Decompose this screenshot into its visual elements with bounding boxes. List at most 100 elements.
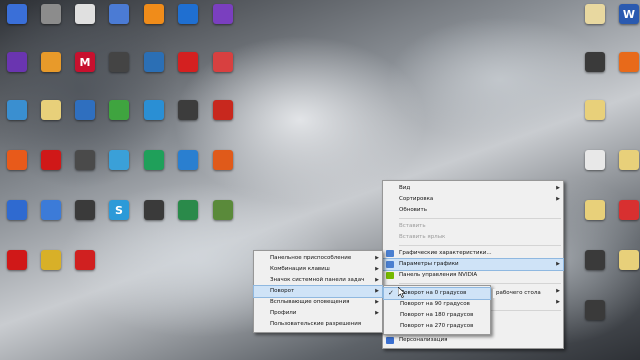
context-menu-item-7[interactable]: Графические характеристики... <box>383 248 563 259</box>
context-menu-item-5: Вставить ярлык <box>383 232 563 243</box>
desktop-icon-28[interactable] <box>206 150 240 192</box>
menu-item-label: Поворот на 90 градусов <box>400 301 470 307</box>
desktop-icon-13[interactable] <box>171 52 205 94</box>
desktop-icon-2[interactable] <box>34 4 68 46</box>
desktop-icon-34[interactable] <box>171 200 205 242</box>
desktop-icon-41-glyph <box>585 52 605 72</box>
desktop-icon-10-glyph: M <box>75 52 95 72</box>
desktop-icon-32[interactable]: S <box>102 200 136 242</box>
desktop-icon-39[interactable] <box>578 4 612 46</box>
desktop-icon-6-glyph <box>178 4 198 24</box>
desktop-icon-3[interactable] <box>68 4 102 46</box>
desktop-icon-24[interactable] <box>68 150 102 192</box>
menu-item-label: Комбинация клавиш <box>270 266 330 272</box>
desktop-icon-43-glyph <box>585 100 605 120</box>
desktop-icon-5[interactable] <box>137 4 171 46</box>
desktop-icon-8[interactable] <box>0 52 34 94</box>
graphics-submenu-item-2[interactable]: Значок системной панели задач ▶ <box>254 275 382 286</box>
desktop-icon-27[interactable] <box>171 150 205 192</box>
rotation-submenu-item-2[interactable]: Поворот на 180 градусов <box>384 310 490 321</box>
context-menu-item-16[interactable]: Персонализация <box>383 335 563 346</box>
desktop-icon-47-glyph <box>619 200 639 220</box>
rotation-submenu-item-3[interactable]: Поворот на 270 градусов <box>384 321 490 332</box>
desktop-icon-19[interactable] <box>137 100 171 142</box>
desktop-icon-18-glyph <box>109 100 129 120</box>
context-menu-item-9[interactable]: Панель управления NVIDIA <box>383 270 563 281</box>
desktop-icon-11[interactable] <box>102 52 136 94</box>
graphics-submenu-item-5[interactable]: Профили ▶ <box>254 308 382 319</box>
context-menu-item-1[interactable]: Сортировка ▶ <box>383 194 563 205</box>
desktop-icon-40[interactable]: W <box>612 4 640 46</box>
desktop-icon-33[interactable] <box>137 200 171 242</box>
graphics-submenu-item-0[interactable]: Панельное приспособление ▶ <box>254 253 382 264</box>
desktop-icon-12[interactable] <box>137 52 171 94</box>
desktop-icon-31[interactable] <box>68 200 102 242</box>
desktop-icon-16-glyph <box>41 100 61 120</box>
desktop-icon-43[interactable] <box>578 100 612 142</box>
desktop-icon-38-glyph <box>75 250 95 270</box>
menu-item-label: Панельное приспособление <box>270 255 352 261</box>
desktop-icon-3-glyph <box>75 4 95 24</box>
desktop-icon-48[interactable] <box>578 250 612 292</box>
desktop-icon-6[interactable] <box>171 4 205 46</box>
desktop-icon-40-glyph: W <box>619 4 639 24</box>
graphics-submenu-item-6[interactable]: Пользовательские разрешения <box>254 319 382 330</box>
desktop-icon-38[interactable] <box>68 250 102 292</box>
desktop-icon-5-glyph <box>144 4 164 24</box>
desktop-icon-13-glyph <box>178 52 198 72</box>
desktop-icon-35[interactable] <box>206 200 240 242</box>
desktop-icon-29[interactable] <box>0 200 34 242</box>
desktop-icon-36[interactable] <box>0 250 34 292</box>
desktop-icon-46[interactable] <box>578 200 612 242</box>
menu-item-label: Вставить <box>399 223 426 229</box>
desktop-icon-18[interactable] <box>102 100 136 142</box>
desktop-icon-4[interactable] <box>102 4 136 46</box>
desktop-icon-22[interactable] <box>0 150 34 192</box>
desktop-icon-16[interactable] <box>34 100 68 142</box>
desktop-icon-33-glyph <box>144 200 164 220</box>
desktop-icon-36-glyph <box>7 250 27 270</box>
graphics-submenu-item-1[interactable]: Комбинация клавиш ▶ <box>254 264 382 275</box>
submenu-arrow-icon: ▶ <box>556 299 560 305</box>
rotation-submenu-item-1[interactable]: Поворот на 90 градусов <box>384 299 490 310</box>
graphics-submenu-item-3[interactable]: Поворот ▶ <box>253 285 383 298</box>
desktop-icon-20[interactable] <box>171 100 205 142</box>
menu-item-icon <box>386 261 394 268</box>
desktop-icon-35-glyph <box>213 200 233 220</box>
desktop-icon-17[interactable] <box>68 100 102 142</box>
desktop-icon-10[interactable]: M <box>68 52 102 94</box>
context-menu-item-8[interactable]: Параметры графики ▶ <box>382 258 564 271</box>
menu-item-label: Вид <box>399 185 411 191</box>
desktop-icon-21[interactable] <box>206 100 240 142</box>
desktop-icon-41[interactable] <box>578 52 612 94</box>
desktop-icon-50[interactable] <box>578 300 612 342</box>
submenu-arrow-icon: ▶ <box>556 261 560 267</box>
desktop-icon-26[interactable] <box>137 150 171 192</box>
desktop-icon-15[interactable] <box>0 100 34 142</box>
desktop-icon-44[interactable] <box>578 150 612 192</box>
desktop-icon-23[interactable] <box>34 150 68 192</box>
desktop-icon-48-glyph <box>585 250 605 270</box>
desktop-icon-31-glyph <box>75 200 95 220</box>
desktop-icon-42[interactable] <box>612 52 640 94</box>
desktop-icon-15-glyph <box>7 100 27 120</box>
graphics-submenu-item-4[interactable]: Всплывающие оповещения ▶ <box>254 297 382 308</box>
menu-item-label: Поворот на 180 градусов <box>400 312 474 318</box>
desktop-icon-22-glyph <box>7 150 27 170</box>
desktop-icon-25[interactable] <box>102 150 136 192</box>
context-menu-item-0[interactable]: Вид ▶ <box>383 183 563 194</box>
desktop-icon-1[interactable] <box>0 4 34 46</box>
menu-item-label: Обновить <box>399 207 427 213</box>
desktop-icon-49[interactable] <box>612 250 640 292</box>
desktop-icon-30[interactable] <box>34 200 68 242</box>
desktop-icon-9-glyph <box>41 52 61 72</box>
menu-item-label: Персонализация <box>399 337 448 343</box>
desktop-icon-14[interactable] <box>206 52 240 94</box>
desktop-icon-45[interactable] <box>612 150 640 192</box>
desktop-icon-47[interactable] <box>612 200 640 242</box>
desktop-icon-7[interactable] <box>206 4 240 46</box>
desktop-icon-37[interactable] <box>34 250 68 292</box>
desktop-icon-19-glyph <box>144 100 164 120</box>
desktop-icon-9[interactable] <box>34 52 68 94</box>
context-menu-item-2[interactable]: Обновить <box>383 205 563 216</box>
